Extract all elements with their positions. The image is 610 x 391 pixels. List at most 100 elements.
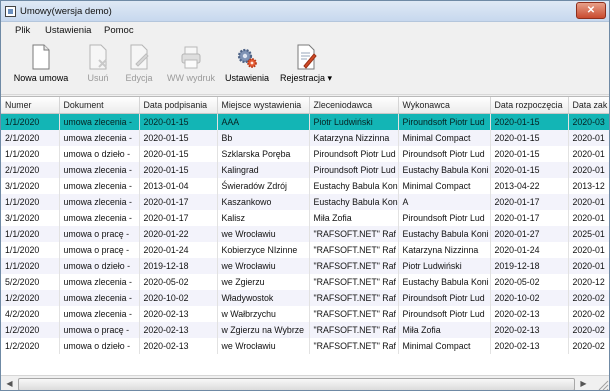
table-cell: 2020-01-24 [139,242,218,258]
table-cell: Eustachy Babula Koni [398,226,491,242]
table-row[interactable]: 1/1/2020 umowa zlecenia -2020-01-17 Kaszan… [1,194,609,210]
registration-button[interactable]: Rejestracja ▾ [275,42,337,90]
table-cell: Minimal Compact [398,178,491,194]
table-cell: umowa zlecenia - [59,274,140,290]
table-cell: 2020-01-15 [139,130,218,146]
col-header-data-rozpoczecia[interactable]: Data rozpoczęcia [490,97,569,114]
table-cell: Kalisz [217,210,310,226]
scroll-thumb[interactable] [18,378,575,390]
table-cell: umowa zlecenia - [59,290,140,306]
table-cell: "RAFSOFT.NET" Raf [309,290,399,306]
table-cell: Minimal Compact [398,338,491,354]
app-window: Umowy(wersja demo) ✕ Plik Ustawienia Pom… [0,0,610,391]
scroll-right-icon[interactable]: ▶ [576,376,591,390]
col-header-numer[interactable]: Numer [1,97,60,114]
table-cell: w Zgierzu na Wybrze [217,322,310,338]
table-cell: umowa o pracę - [59,322,140,338]
table-row[interactable]: 1/1/2020 umowa o dzieło -2019-12-18 we Wro… [1,258,609,274]
table-cell: umowa o pracę - [59,226,140,242]
table-cell: umowa zlecenia - [59,113,140,130]
table-cell: "RAFSOFT.NET" Raf [309,258,399,274]
menu-ustawienia[interactable]: Ustawienia [45,25,91,36]
table-cell: 2020-02 [568,322,609,338]
table-cell: 2020-01 [568,162,609,178]
table-row[interactable]: 1/2/2020 umowa o pracę -2020-02-13 w Zgier… [1,322,609,338]
table-cell: 1/1/2020 [1,194,60,210]
table-cell: 1/1/2020 [1,242,60,258]
table-cell: umowa zlecenia - [59,178,140,194]
table-cell: we Wrocławiu [217,226,310,242]
table-cell: Kobierzyce NIzinne [217,242,310,258]
table-row[interactable]: 1/1/2020 umowa o pracę -2020-01-22 we Wroc… [1,226,609,242]
table-cell: umowa o pracę - [59,242,140,258]
table-row[interactable]: 1/1/2020 umowa zlecenia -2020-01-15 AAA Pio… [1,113,609,130]
table-cell: 2020-01 [568,258,609,274]
table-cell: 2020-01-15 [139,146,218,162]
edit-button[interactable]: Edycja [119,42,159,90]
table-cell: "RAFSOFT.NET" Raf [309,338,399,354]
horizontal-scrollbar[interactable]: ◀ ▶ [1,375,609,391]
table-row[interactable]: 2/1/2020 umowa zlecenia -2020-01-15 Kaling… [1,162,609,178]
table-cell: 2020-12 [568,274,609,290]
table-cell: 2020-01-15 [139,162,218,178]
table-cell: 2020-02-13 [139,306,218,322]
table-cell: Bb [217,130,310,146]
table-row[interactable]: 1/2/2020 umowa o dzieło -2020-02-13 we Wro… [1,338,609,354]
new-contract-label: Nowa umowa [13,73,69,83]
new-contract-button[interactable]: Nowa umowa [9,42,73,90]
resize-grip-icon[interactable] [595,377,609,391]
table-row[interactable]: 2/1/2020 umowa zlecenia -2020-01-15 Bb Kata… [1,130,609,146]
table-cell: 3/1/2020 [1,178,60,194]
table-cell: 2020-02-13 [490,306,569,322]
table-row[interactable]: 3/1/2020 umowa zlecenia -2013-01-04 Świera… [1,178,609,194]
table-cell: 2020-01-15 [490,130,569,146]
document-delete-icon [89,44,107,70]
table-cell: 2020-01-17 [490,194,569,210]
col-header-data-zakonczenia[interactable]: Data zak [568,97,609,114]
table-cell: Piroundsoft Piotr Lud [398,210,491,226]
table-cell: umowa zlecenia - [59,130,140,146]
table-cell: 2020-01 [568,210,609,226]
table-row[interactable]: 1/1/2020 umowa o pracę -2020-01-24 Kobierz… [1,242,609,258]
table-row[interactable]: 1/1/2020 umowa o dzieło -2020-01-15 Szklar… [1,146,609,162]
close-button[interactable]: ✕ [576,2,606,19]
table-row[interactable]: 3/1/2020 umowa zlecenia -2020-01-17 Kalisz… [1,210,609,226]
table-cell: 2020-01 [568,130,609,146]
table-cell: Piotr Ludwiński [398,258,491,274]
title-bar[interactable]: Umowy(wersja demo) ✕ [1,1,609,22]
menu-pomoc[interactable]: Pomoc [104,25,134,36]
table-cell: 2020-01-22 [139,226,218,242]
scroll-left-icon[interactable]: ◀ [2,376,17,390]
table-row[interactable]: 4/2/2020 umowa zlecenia -2020-02-13 w Wałb… [1,306,609,322]
settings-button[interactable]: Ustawienia [221,42,273,90]
menu-plik[interactable]: Plik [15,25,30,36]
col-header-dokument[interactable]: Dokument [59,97,140,114]
table-cell: 2/1/2020 [1,162,60,178]
table-cell: 2013-01-04 [139,178,218,194]
table-row[interactable]: 5/2/2020 umowa zlecenia -2020-05-02 we Zgi… [1,274,609,290]
table-cell: Świeradów Zdrój [217,178,310,194]
table-cell: Piroundsoft Piotr Lud [309,146,399,162]
edit-label: Edycja [125,73,153,83]
table-cell: "RAFSOFT.NET" Raf [309,306,399,322]
table-cell: umowa o dzieło - [59,146,140,162]
dropdown-arrow-icon[interactable]: ▾ [328,73,333,83]
table-cell: Kaszankowo [217,194,310,210]
registration-icon [297,44,317,70]
table-row[interactable]: 1/2/2020 umowa zlecenia -2020-10-02 Władyw… [1,290,609,306]
table-cell: 2020-10-02 [490,290,569,306]
col-header-zleceniodawca[interactable]: Zleceniodawca [309,97,399,114]
col-header-wykonawca[interactable]: Wykonawca [398,97,491,114]
table-cell: "RAFSOFT.NET" Raf [309,274,399,290]
col-header-miejsce[interactable]: Miejsce wystawienia [217,97,310,114]
col-header-data-podpisania[interactable]: Data podpisania [139,97,218,114]
table-cell: 2020-05-02 [139,274,218,290]
delete-button[interactable]: Usuń [81,42,115,90]
contracts-table: Numer Dokument Data podpisania Miejsce w… [1,97,609,354]
table-cell: 2020-01-15 [490,113,569,130]
print-preview-button[interactable]: WW wydruk [163,42,219,90]
contracts-grid: Numer Dokument Data podpisania Miejsce w… [1,96,609,376]
table-cell: 2020-01 [568,242,609,258]
table-cell: 2020-02-13 [490,322,569,338]
table-cell: Miła Zofia [309,210,399,226]
